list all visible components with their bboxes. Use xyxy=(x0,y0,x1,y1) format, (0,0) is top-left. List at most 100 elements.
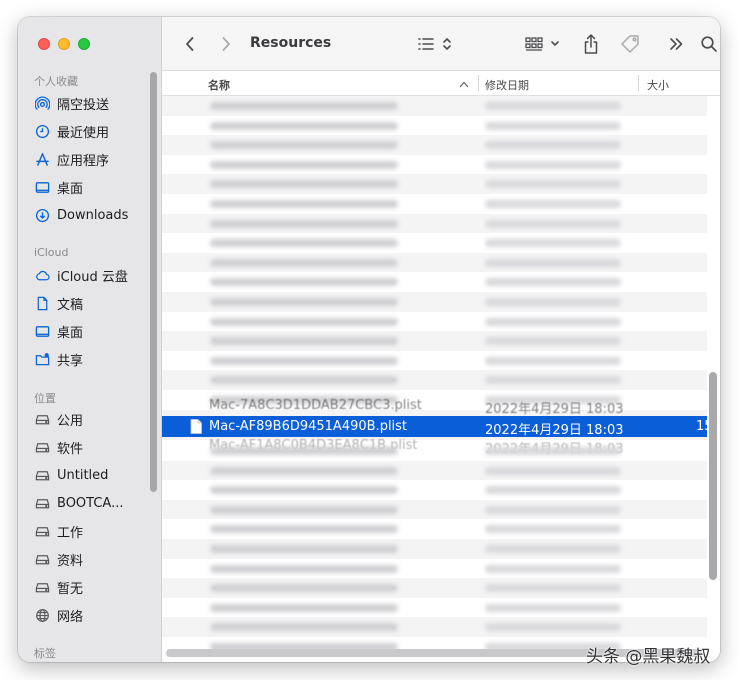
shared-folder-icon xyxy=(34,351,50,367)
sidebar-item-disk-materials[interactable]: 资料 xyxy=(34,548,83,570)
sidebar-item-recents[interactable]: 最近使用 xyxy=(34,120,109,142)
forward-button[interactable] xyxy=(216,32,236,56)
table-row[interactable] xyxy=(162,174,707,194)
column-divider[interactable] xyxy=(478,75,479,91)
table-row[interactable] xyxy=(162,617,707,637)
grid-group-icon xyxy=(525,37,559,51)
desktop-icon xyxy=(34,323,50,339)
table-row[interactable] xyxy=(162,116,707,136)
column-divider[interactable] xyxy=(638,75,639,91)
airdrop-icon xyxy=(34,95,50,111)
network-icon xyxy=(34,607,50,623)
sidebar-item-label: 公用 xyxy=(57,413,84,429)
view-mode-button[interactable] xyxy=(416,32,456,56)
close-window-button[interactable] xyxy=(38,38,50,50)
disk-icon xyxy=(34,523,50,539)
table-row[interactable] xyxy=(162,252,707,273)
chevron-double-right-icon xyxy=(670,38,683,50)
table-row[interactable] xyxy=(162,331,707,351)
table-row[interactable] xyxy=(162,312,707,332)
disk-icon xyxy=(34,411,50,427)
table-row[interactable] xyxy=(162,480,707,500)
table-row[interactable] xyxy=(162,96,707,116)
sidebar-item-icloud-desktop[interactable]: 桌面 xyxy=(34,320,83,342)
column-name-header[interactable]: 名称 xyxy=(208,77,230,93)
finder-window: 个人收藏 隔空投送 最近使用 应用程序 桌面 Downloads iCloud … xyxy=(18,17,720,662)
table-row[interactable] xyxy=(162,499,707,520)
sidebar-item-label: 暂无 xyxy=(57,581,84,597)
table-row[interactable] xyxy=(162,539,707,559)
sidebar-item-documents[interactable]: 文稿 xyxy=(34,292,83,314)
sidebar-item-icloud-drive[interactable]: iCloud 云盘 xyxy=(34,264,128,286)
table-row[interactable] xyxy=(162,272,707,292)
table-row[interactable] xyxy=(162,460,707,481)
sidebar-item-label: 文稿 xyxy=(57,297,84,313)
share-button[interactable] xyxy=(580,32,602,56)
sidebar-item-disk-work[interactable]: 工作 xyxy=(34,520,83,542)
table-row[interactable] xyxy=(162,578,707,598)
sidebar-item-label: 应用程序 xyxy=(57,153,110,169)
group-button[interactable] xyxy=(524,32,564,56)
list-view-icon xyxy=(418,37,451,51)
sidebar-item-network[interactable]: 网络 xyxy=(34,604,83,626)
table-row[interactable] xyxy=(162,233,707,253)
sidebar-item-label: 最近使用 xyxy=(57,125,110,141)
sidebar-item-label: 桌面 xyxy=(57,325,84,341)
cloud-icon xyxy=(34,267,50,283)
sidebar-item-label: 资料 xyxy=(57,553,84,569)
sidebar-item-label: 工作 xyxy=(57,525,84,541)
sidebar-section-tags: 标签 xyxy=(34,647,56,660)
table-row[interactable] xyxy=(162,598,707,618)
chevron-left-icon xyxy=(186,37,194,51)
column-modified-header[interactable]: 修改日期 xyxy=(485,77,529,93)
sidebar-item-shared[interactable]: 共享 xyxy=(34,348,83,370)
sidebar-item-label: 桌面 xyxy=(57,181,84,197)
sidebar-item-label: Downloads xyxy=(57,207,129,223)
table-row[interactable] xyxy=(162,559,707,579)
table-row[interactable] xyxy=(162,135,707,155)
table-row[interactable] xyxy=(162,519,707,539)
table-row[interactable] xyxy=(162,351,707,371)
disk-icon xyxy=(34,495,50,511)
sidebar-item-label: BOOTCA... xyxy=(57,495,124,511)
disk-icon xyxy=(34,579,50,595)
more-toolbar-button[interactable] xyxy=(667,32,685,56)
sidebar-item-label: 共享 xyxy=(57,353,84,369)
sidebar-item-airdrop[interactable]: 隔空投送 xyxy=(34,92,109,114)
selected-file-size: 15 xyxy=(696,419,707,434)
sidebar: 个人收藏 隔空投送 最近使用 应用程序 桌面 Downloads iCloud … xyxy=(18,17,162,662)
partial-row-above-name: Mac-7A8C3D1DDAB27CBC3.plist xyxy=(209,398,422,413)
download-icon xyxy=(34,207,50,223)
sidebar-item-disk-public[interactable]: 公用 xyxy=(34,408,83,430)
zoom-window-button[interactable] xyxy=(78,38,90,50)
sidebar-item-applications[interactable]: 应用程序 xyxy=(34,148,109,170)
sidebar-scrollbar[interactable] xyxy=(150,72,157,492)
minimize-window-button[interactable] xyxy=(58,38,70,50)
sidebar-item-label: 软件 xyxy=(57,441,84,457)
selected-file-date: 2022年4月29日 18:03 xyxy=(485,423,624,438)
table-row[interactable] xyxy=(162,441,707,461)
toolbar: Resources xyxy=(162,17,720,71)
sidebar-item-disk-none[interactable]: 暂无 xyxy=(34,576,83,598)
applications-icon xyxy=(34,151,50,167)
table-row[interactable] xyxy=(162,194,707,214)
sidebar-item-label: iCloud 云盘 xyxy=(57,269,128,285)
table-row[interactable] xyxy=(162,292,707,312)
tag-button[interactable] xyxy=(619,32,643,56)
sidebar-item-desktop[interactable]: 桌面 xyxy=(34,176,83,198)
sidebar-item-disk-bootcamp[interactable]: BOOTCA... xyxy=(34,492,123,514)
sidebar-item-disk-untitled[interactable]: Untitled xyxy=(34,464,108,486)
table-row[interactable] xyxy=(162,370,707,390)
chevron-right-icon xyxy=(222,37,230,51)
table-row[interactable] xyxy=(162,213,707,234)
table-row[interactable] xyxy=(162,155,707,175)
disk-icon xyxy=(34,551,50,567)
sidebar-item-downloads[interactable]: Downloads xyxy=(34,204,128,226)
selected-file-row[interactable]: Mac-AF89B6D9451A490B.plist 2022年4月29日 18… xyxy=(162,416,707,438)
window-title: Resources xyxy=(250,35,332,51)
sidebar-item-disk-software[interactable]: 软件 xyxy=(34,436,83,458)
file-list-vertical-scrollbar[interactable] xyxy=(709,372,717,580)
column-size-header[interactable]: 大小 xyxy=(647,77,669,93)
search-button[interactable] xyxy=(699,32,719,56)
back-button[interactable] xyxy=(180,32,200,56)
